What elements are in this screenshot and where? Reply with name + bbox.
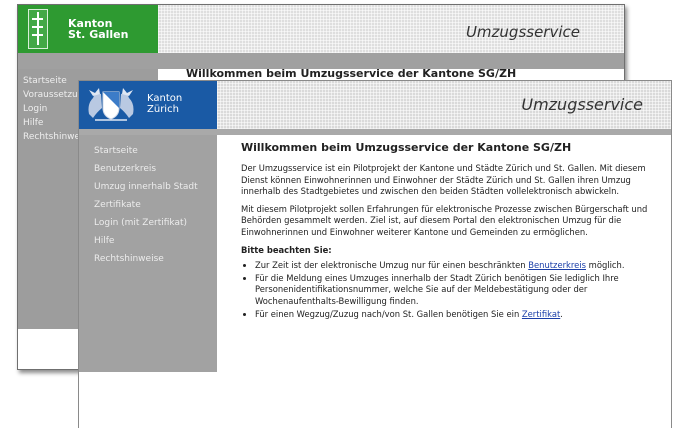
nav-item-hilfe[interactable]: Hilfe xyxy=(79,232,217,250)
st-gallen-coat-of-arms-icon xyxy=(28,9,48,49)
logo-text-zuerich: Kanton Zürich xyxy=(147,93,183,115)
nav-item-startseite[interactable]: Startseite xyxy=(79,142,217,160)
notice-list: Zur Zeit ist der elektronische Umzug nur… xyxy=(241,260,653,320)
zertifikat-link[interactable]: Zertifikat xyxy=(522,309,560,319)
window-zuerich: Kanton Zürich Umzugsservice Startseite B… xyxy=(78,80,672,428)
zuerich-coat-of-arms-icon xyxy=(88,88,134,121)
page-title: Umzugsservice xyxy=(465,23,580,41)
list-item: Zur Zeit ist der elektronische Umzug nur… xyxy=(255,260,653,272)
page-title: Umzugsservice xyxy=(521,95,643,114)
welcome-heading: Willkommen beim Umzugsservice der Kanton… xyxy=(241,141,572,154)
logo-text-st-gallen: Kanton St. Gallen xyxy=(68,17,129,41)
list-item: Für die Meldung eines Umzuges innerhalb … xyxy=(255,273,653,308)
header-banner: Umzugsservice xyxy=(217,81,671,129)
nav-item-login-mit-zertifikat[interactable]: Login (mit Zertifikat) xyxy=(79,214,217,232)
intro-paragraph: Der Umzugsservice ist ein Pilotprojekt d… xyxy=(241,163,646,197)
goal-paragraph: Mit diesem Pilotprojekt sollen Erfahrung… xyxy=(241,203,648,237)
sidebar-nav: Startseite Benutzerkreis Umzug innerhalb… xyxy=(79,135,217,372)
list-item: Für einen Wegzug/Zuzug nach/von St. Gall… xyxy=(255,309,653,321)
header-banner: Umzugsservice xyxy=(158,5,624,53)
welcome-heading: Willkommen beim Umzugsservice der Kanton… xyxy=(186,67,517,80)
benutzerkreis-link[interactable]: Benutzerkreis xyxy=(528,260,586,270)
nav-item-benutzerkreis[interactable]: Benutzerkreis xyxy=(79,160,217,178)
logo-st-gallen[interactable]: Kanton St. Gallen xyxy=(18,5,158,53)
main-content: Willkommen beim Umzugsservice der Kanton… xyxy=(241,141,653,321)
logo-zuerich[interactable]: Kanton Zürich xyxy=(79,81,217,129)
notice-heading: Bitte beachten Sie: xyxy=(241,244,332,255)
nav-item-rechtshinweise[interactable]: Rechtshinweise xyxy=(79,250,217,268)
nav-item-umzug-innerhalb-stadt[interactable]: Umzug innerhalb Stadt xyxy=(79,178,217,196)
nav-item-zertifikate[interactable]: Zertifikate xyxy=(79,196,217,214)
